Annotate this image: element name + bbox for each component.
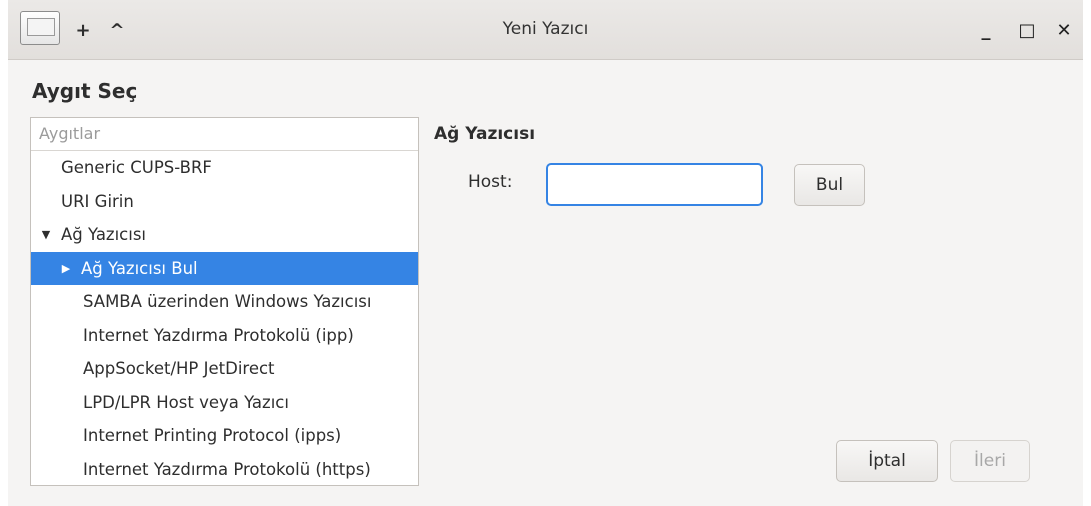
tree-item-lpd-lpr[interactable]: LPD/LPR Host veya Yazıcı	[31, 386, 418, 420]
window-title: Yeni Yazıcı	[502, 19, 589, 39]
tree-item-samba[interactable]: SAMBA üzerinden Windows Yazıcısı	[31, 285, 418, 319]
tree-item-label: Ağ Yazıcısı	[61, 225, 147, 244]
close-icon[interactable]: ✕	[1052, 19, 1076, 43]
page-title: Aygıt Seç	[32, 79, 138, 103]
tree-item-https[interactable]: Internet Yazdırma Protokolü (https)	[31, 453, 418, 487]
tree-item-label: SAMBA üzerinden Windows Yazıcısı	[83, 292, 372, 311]
tree-item-appsocket[interactable]: AppSocket/HP JetDirect	[31, 352, 418, 386]
new-printer-window: + ^ Yeni Yazıcı _ □ ✕ Aygıt Seç Aygıtlar…	[0, 0, 1091, 506]
tree-item-ag-yazicisi-bul[interactable]: ▶ Ağ Yazıcısı Bul	[31, 251, 418, 285]
tree-item-label: LPD/LPR Host veya Yazıcı	[83, 392, 289, 412]
tree-column-header[interactable]: Aygıtlar	[31, 118, 418, 151]
tree-item-ipps[interactable]: Internet Printing Protocol (ipps)	[31, 419, 418, 453]
minimize-icon[interactable]: _	[974, 19, 998, 43]
tree-item-label: Internet Yazdırma Protokolü (https)	[83, 459, 371, 479]
host-label: Host:	[468, 172, 513, 192]
next-button[interactable]: İleri	[950, 440, 1030, 482]
expander-right-icon[interactable]: ▶	[59, 252, 73, 285]
tree-item-uri-girin[interactable]: URI Girin	[31, 185, 418, 219]
tree-item-ag-yazicisi[interactable]: ▼ Ağ Yazıcısı	[31, 218, 418, 252]
tree-item-label: Ağ Yazıcısı Bul	[81, 258, 198, 278]
find-button[interactable]: Bul	[794, 164, 865, 206]
tree-item-label: Generic CUPS-BRF	[61, 158, 212, 177]
tree-item-label: AppSocket/HP JetDirect	[83, 359, 275, 378]
expander-down-icon[interactable]: ▼	[39, 218, 53, 251]
host-input[interactable]	[546, 163, 763, 206]
title-bar: + ^ Yeni Yazıcı _ □ ✕	[8, 0, 1083, 60]
tree-item-label: URI Girin	[61, 191, 134, 211]
tree-item-ipp[interactable]: Internet Yazdırma Protokolü (ipp)	[31, 319, 418, 353]
tree-item-label: Internet Yazdırma Protokolü (ipp)	[83, 325, 354, 345]
device-tree[interactable]: Aygıtlar Generic CUPS-BRF URI Girin ▼ Ağ…	[30, 117, 419, 486]
maximize-icon[interactable]: □	[1015, 19, 1039, 43]
section-title: Ağ Yazıcısı	[434, 124, 536, 144]
tree-item-label: Internet Printing Protocol (ipps)	[83, 426, 342, 445]
cancel-button[interactable]: İptal	[836, 440, 938, 482]
tree-item-generic-cups-brf[interactable]: Generic CUPS-BRF	[31, 151, 418, 185]
